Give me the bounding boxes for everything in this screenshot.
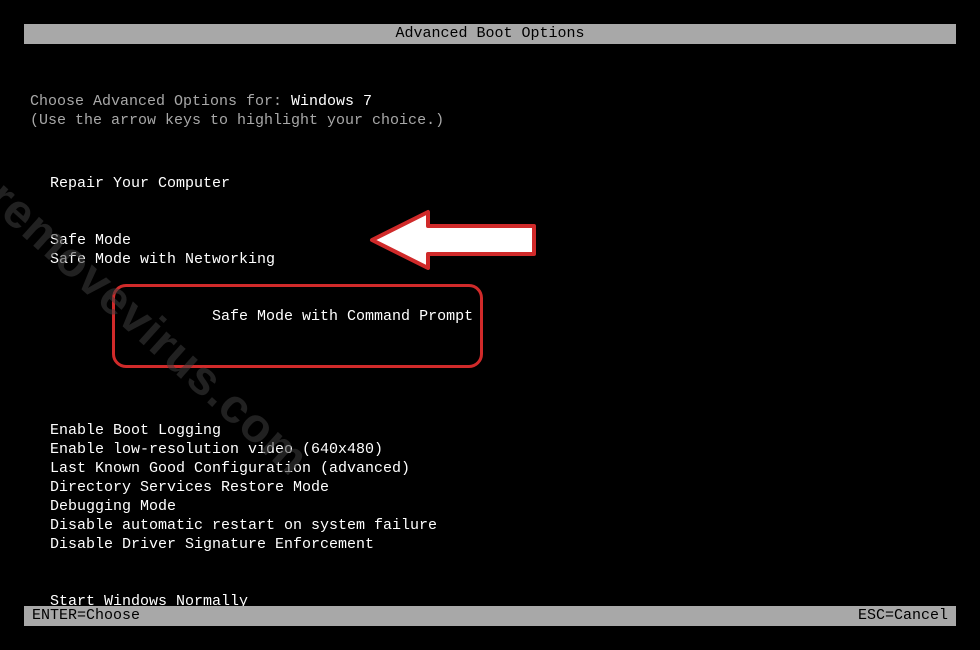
boot-menu[interactable]: Repair Your Computer Safe Mode Safe Mode… [50,174,956,611]
option-safe-mode-networking[interactable]: Safe Mode with Networking [50,250,956,269]
option-disable-auto-restart[interactable]: Disable automatic restart on system fail… [50,516,956,535]
intro-line-1: Choose Advanced Options for: Windows 7 [30,92,956,111]
option-disable-driver-sig[interactable]: Disable Driver Signature Enforcement [50,535,956,554]
menu-group-1: Repair Your Computer [50,174,956,193]
footer-right: ESC=Cancel [858,606,948,626]
intro-line-2: (Use the arrow keys to highlight your ch… [30,111,956,130]
highlighted-option-wrap: Safe Mode with Command Prompt [122,288,473,364]
title-bar: Advanced Boot Options [24,24,956,44]
footer-bar: ENTER=Choose ESC=Cancel [24,606,956,626]
footer-left: ENTER=Choose [32,606,140,626]
option-safe-mode[interactable]: Safe Mode [50,231,956,250]
option-low-res-video[interactable]: Enable low-resolution video (640x480) [50,440,956,459]
option-debugging[interactable]: Debugging Mode [50,497,956,516]
menu-group-3: Enable Boot Logging Enable low-resolutio… [50,421,956,554]
menu-group-2: Safe Mode Safe Mode with Networking Safe… [50,231,956,383]
option-repair-computer[interactable]: Repair Your Computer [50,174,956,193]
option-ds-restore[interactable]: Directory Services Restore Mode [50,478,956,497]
option-safe-mode-cmd-label: Safe Mode with Command Prompt [212,308,473,325]
option-boot-logging[interactable]: Enable Boot Logging [50,421,956,440]
intro-prefix: Choose Advanced Options for: [30,93,291,110]
option-last-known-good[interactable]: Last Known Good Configuration (advanced) [50,459,956,478]
highlight-ring-annotation [112,284,483,368]
boot-screen: Advanced Boot Options Choose Advanced Op… [24,24,956,626]
title-text: Advanced Boot Options [395,25,584,42]
os-name: Windows 7 [291,93,372,110]
option-safe-mode-cmd[interactable]: Safe Mode with Command Prompt [50,269,956,383]
intro-block: Choose Advanced Options for: Windows 7 (… [30,92,956,130]
